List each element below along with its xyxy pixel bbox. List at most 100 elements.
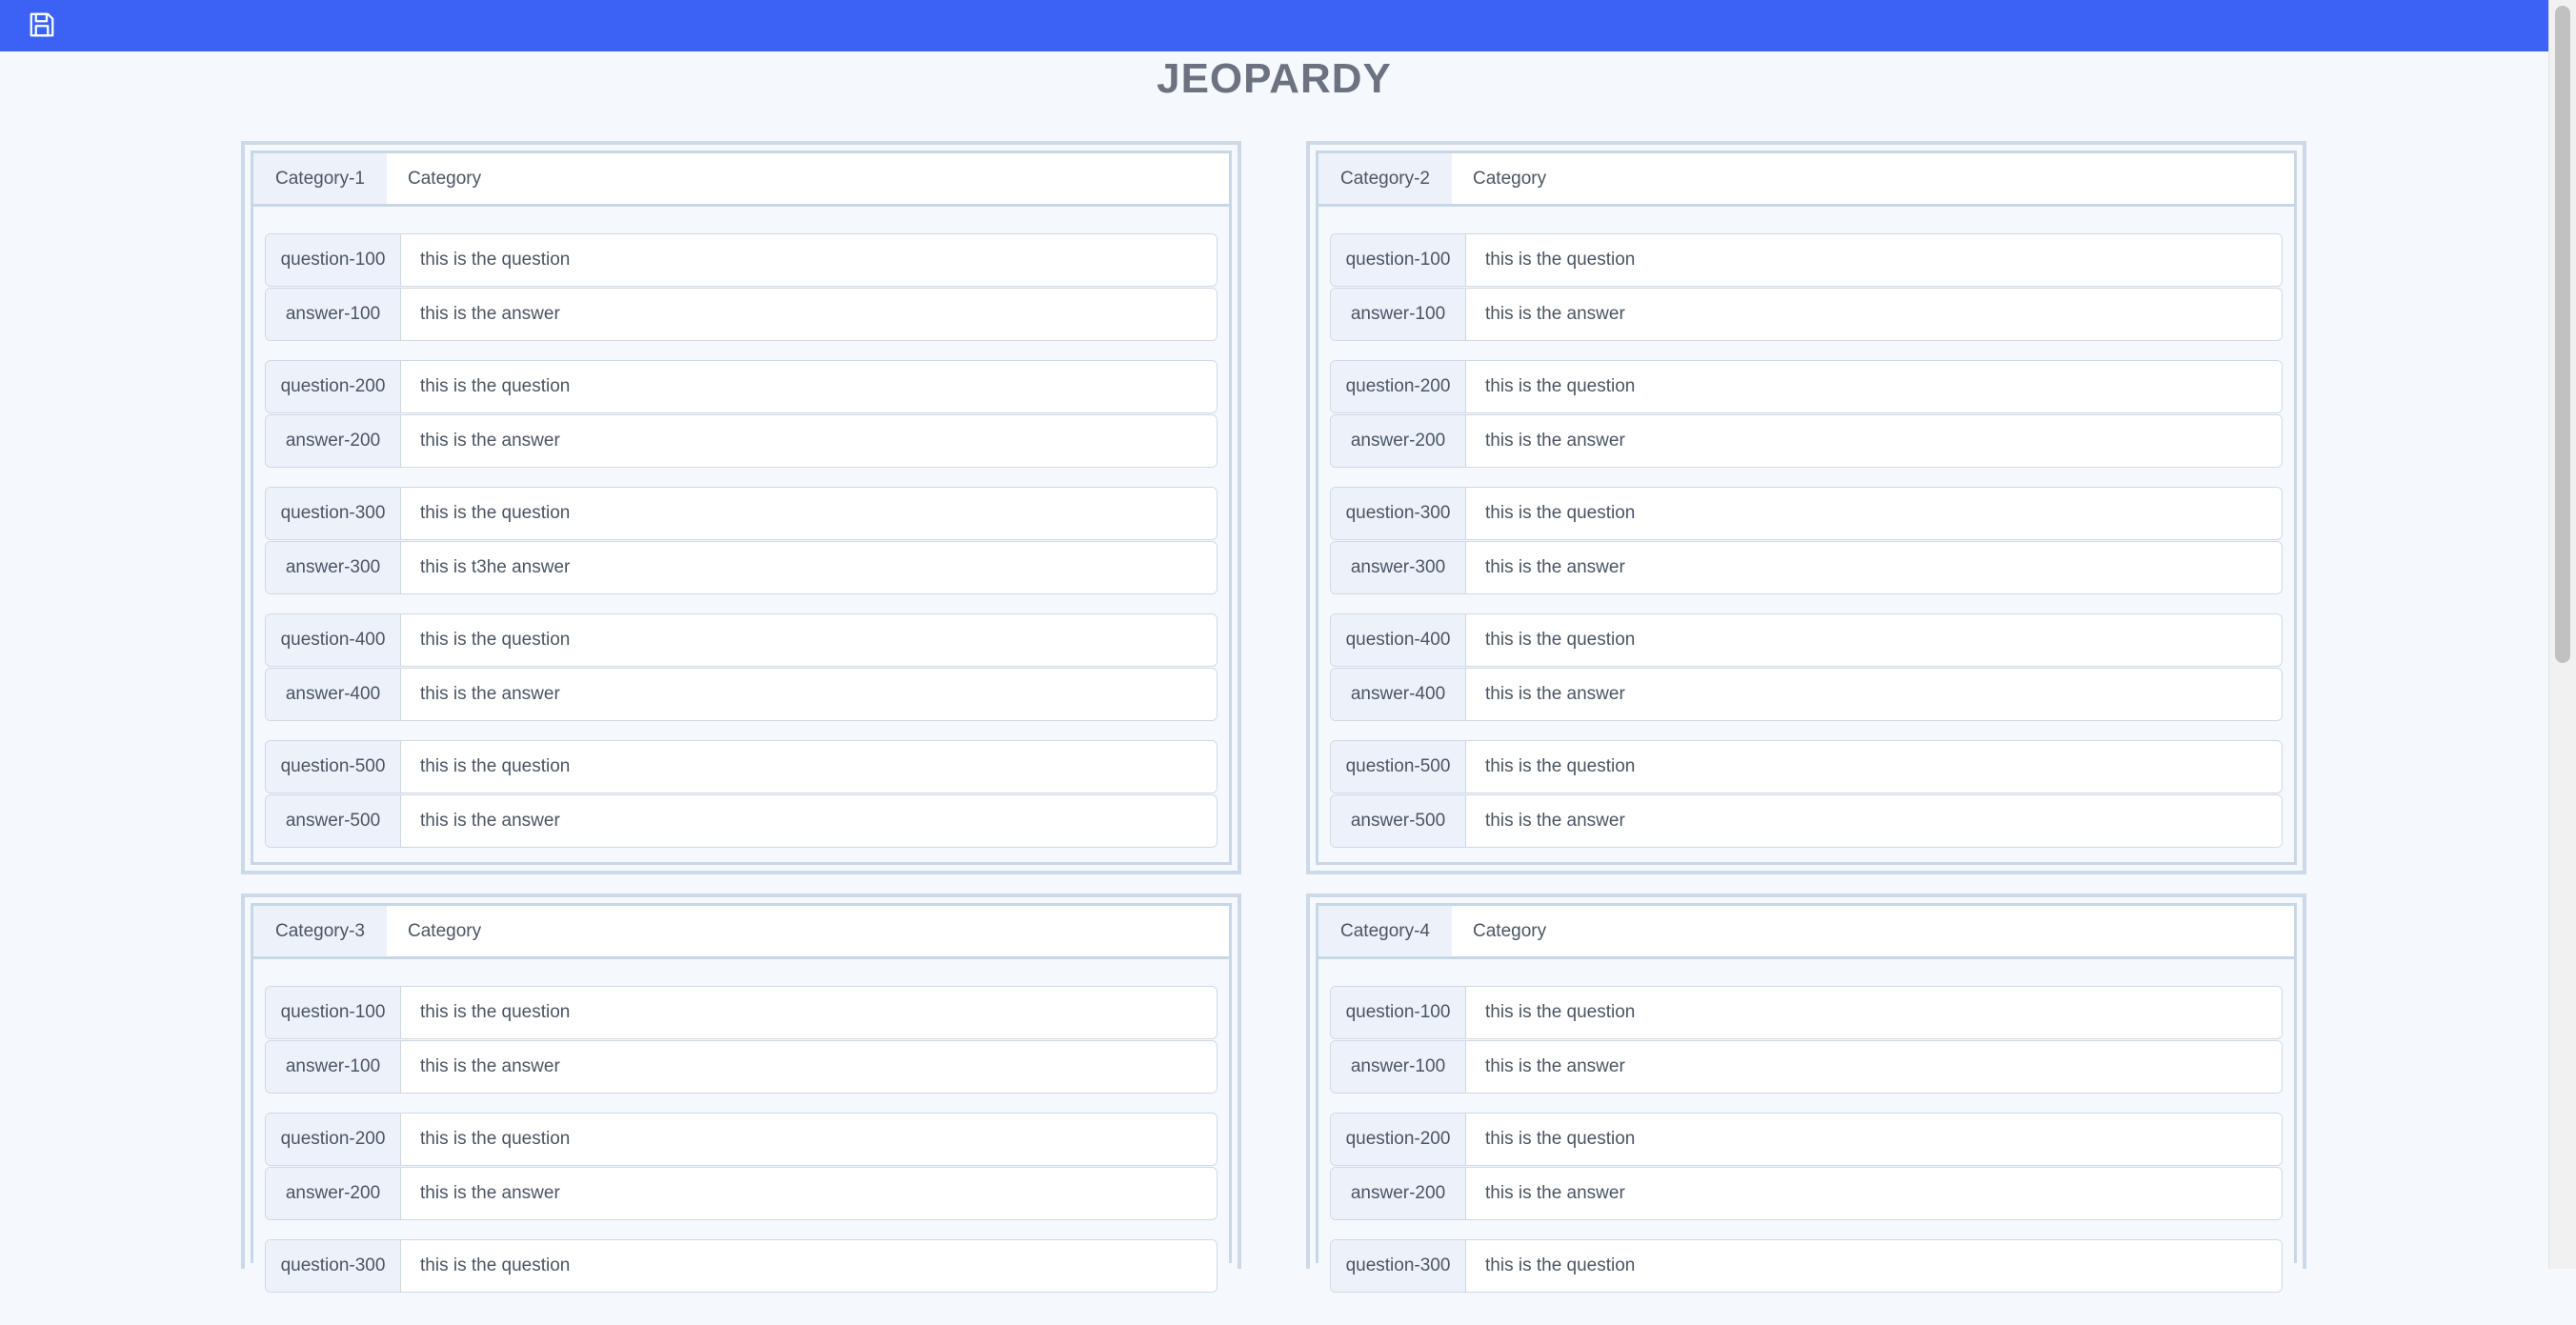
- category-name-input[interactable]: [387, 153, 1229, 204]
- question-answer-pair: question-100 answer-100: [265, 233, 1218, 341]
- question-label: question-400: [1331, 614, 1466, 666]
- question-input[interactable]: [401, 987, 1217, 1038]
- answer-input[interactable]: [401, 669, 1217, 720]
- answer-input[interactable]: [1466, 289, 2282, 340]
- question-row: question-500: [265, 740, 1218, 793]
- question-input[interactable]: [1466, 361, 2282, 412]
- question-row: question-200: [1330, 360, 2283, 413]
- answer-input[interactable]: [1466, 795, 2282, 847]
- question-label: question-200: [266, 1114, 401, 1165]
- question-answer-pair: question-300 answer-300: [265, 487, 1218, 594]
- answer-input[interactable]: [1466, 1041, 2282, 1093]
- question-input[interactable]: [1466, 987, 2282, 1038]
- question-answer-pair: question-100 answer-100: [1330, 986, 2283, 1094]
- question-row: question-200: [265, 360, 1218, 413]
- question-row: question-200: [1330, 1113, 2283, 1166]
- question-label: question-400: [266, 614, 401, 666]
- question-row: question-300: [265, 1239, 1218, 1293]
- answer-input[interactable]: [401, 795, 1217, 847]
- question-answer-pair: question-400 answer-400: [1330, 613, 2283, 721]
- question-answer-pair: question-300: [265, 1239, 1218, 1293]
- answer-input[interactable]: [401, 542, 1217, 593]
- question-label: question-100: [266, 234, 401, 286]
- answer-row: answer-400: [1330, 668, 2283, 721]
- question-row: question-400: [1330, 613, 2283, 667]
- question-input[interactable]: [401, 741, 1217, 793]
- question-input[interactable]: [401, 234, 1217, 286]
- question-input[interactable]: [1466, 1240, 2282, 1292]
- answer-label: answer-200: [266, 1168, 401, 1219]
- question-label: question-100: [1331, 234, 1466, 286]
- scrollbar-thumb[interactable]: [2555, 6, 2570, 663]
- answer-label: answer-400: [1331, 669, 1466, 720]
- answer-row: answer-200: [1330, 1167, 2283, 1220]
- answer-label: answer-300: [1331, 542, 1466, 593]
- answer-input[interactable]: [1466, 542, 2282, 593]
- question-label: question-100: [266, 987, 401, 1038]
- answer-label: answer-100: [266, 289, 401, 340]
- answer-input[interactable]: [401, 1041, 1217, 1093]
- question-input[interactable]: [401, 488, 1217, 539]
- question-row: question-300: [1330, 1239, 2283, 1293]
- question-answer-pair: question-300: [1330, 1239, 2283, 1293]
- question-row: question-100: [1330, 233, 2283, 287]
- category-panel: Category-4 question-100 answer-100 quest…: [1306, 893, 2306, 1293]
- answer-input[interactable]: [1466, 1168, 2282, 1219]
- answer-input[interactable]: [401, 415, 1217, 467]
- answer-input[interactable]: [401, 1168, 1217, 1219]
- answer-row: answer-100: [1330, 1040, 2283, 1094]
- answer-row: answer-300: [265, 541, 1218, 594]
- question-input[interactable]: [1466, 488, 2282, 539]
- category-name-row: Category-3: [253, 906, 1229, 959]
- question-label: question-200: [266, 361, 401, 412]
- answer-row: answer-400: [265, 668, 1218, 721]
- answer-row: answer-100: [1330, 288, 2283, 341]
- question-input[interactable]: [1466, 741, 2282, 793]
- answer-input[interactable]: [1466, 669, 2282, 720]
- question-answer-pair: question-200 answer-200: [265, 1113, 1218, 1220]
- save-button[interactable]: [25, 8, 59, 42]
- category-label: Category-4: [1318, 906, 1452, 956]
- category-name-input[interactable]: [1452, 153, 2294, 204]
- answer-label: answer-300: [266, 542, 401, 593]
- category-name-row: Category-4: [1318, 906, 2294, 959]
- answer-label: answer-100: [1331, 1041, 1466, 1093]
- question-row: question-200: [265, 1113, 1218, 1166]
- category-panel: Category-2 question-100 answer-100 quest…: [1306, 141, 2306, 874]
- question-row: question-300: [265, 487, 1218, 540]
- category-panel: Category-3 question-100 answer-100 quest…: [241, 893, 1241, 1293]
- question-label: question-500: [1331, 741, 1466, 793]
- question-input[interactable]: [1466, 614, 2282, 666]
- question-label: question-500: [266, 741, 401, 793]
- answer-label: answer-100: [1331, 289, 1466, 340]
- category-name-input[interactable]: [1452, 906, 2294, 956]
- question-answer-pair: question-500 answer-500: [265, 740, 1218, 848]
- question-input[interactable]: [401, 1240, 1217, 1292]
- question-row: question-100: [1330, 986, 2283, 1039]
- top-toolbar: [0, 0, 2548, 51]
- answer-input[interactable]: [1466, 415, 2282, 467]
- question-label: question-300: [266, 488, 401, 539]
- question-answer-pair: question-100 answer-100: [1330, 233, 2283, 341]
- category-panel: Category-1 question-100 answer-100 quest…: [241, 141, 1241, 874]
- answer-label: answer-500: [266, 795, 401, 847]
- question-label: question-300: [266, 1240, 401, 1292]
- question-input[interactable]: [1466, 234, 2282, 286]
- question-input[interactable]: [401, 361, 1217, 412]
- question-answer-pair: question-200 answer-200: [265, 360, 1218, 468]
- question-input[interactable]: [401, 614, 1217, 666]
- answer-label: answer-500: [1331, 795, 1466, 847]
- category-name-input[interactable]: [387, 906, 1229, 956]
- category-label: Category-1: [253, 153, 387, 204]
- question-answer-pair: question-100 answer-100: [265, 986, 1218, 1094]
- answer-row: answer-200: [1330, 414, 2283, 468]
- question-input[interactable]: [401, 1114, 1217, 1165]
- question-answer-pair: question-200 answer-200: [1330, 1113, 2283, 1220]
- category-label: Category-2: [1318, 153, 1452, 204]
- page-title: JEOPARDY: [1157, 55, 1392, 102]
- answer-input[interactable]: [401, 289, 1217, 340]
- question-row: question-100: [265, 233, 1218, 287]
- vertical-scrollbar[interactable]: [2548, 0, 2576, 1269]
- answer-label: answer-200: [1331, 415, 1466, 467]
- question-input[interactable]: [1466, 1114, 2282, 1165]
